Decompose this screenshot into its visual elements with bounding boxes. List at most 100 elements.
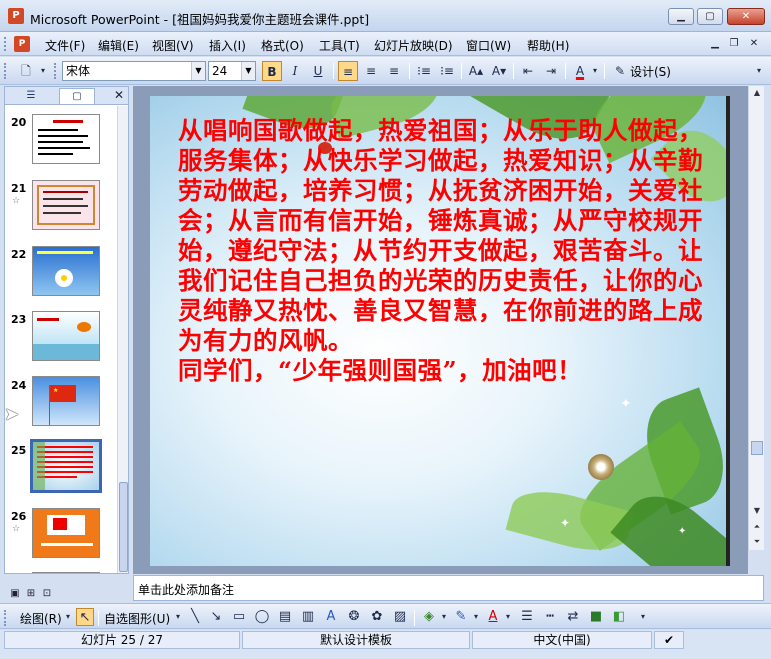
line-tool-icon[interactable]: ╲ [186,608,204,626]
slide-thumbnail[interactable] [32,572,100,573]
arrow-tool-icon[interactable]: ↘ [207,608,225,626]
menu-insert[interactable]: 插入(I) [209,37,246,54]
menu-window[interactable]: 窗口(W) [466,37,511,54]
slide-thumbnail[interactable] [32,508,100,558]
align-left-icon[interactable]: ≡ [338,61,358,81]
slide-thumbnail-selected[interactable] [30,439,102,493]
menu-slideshow[interactable]: 幻灯片放映(D) [374,37,453,54]
scroll-up-icon[interactable]: ▲ [749,86,765,100]
toolbar-grip[interactable] [4,610,7,626]
slide-body-text[interactable]: 从唱响国歌做起，热爱祖国；从乐于助人做起，服务集体；从快乐学习做起，热爱知识；从… [178,116,708,386]
chevron-down-icon[interactable]: ▼ [191,62,205,80]
oval-tool-icon[interactable]: ◯ [253,608,271,626]
diagram-icon[interactable]: ❂ [345,608,363,626]
minimize-icon[interactable]: ▁ [668,8,694,25]
menu-view[interactable]: 视图(V) [152,37,194,54]
toolbar-options-icon[interactable]: ▾ [38,61,48,81]
design-button[interactable]: 设计(S) [630,63,671,80]
design-icon[interactable]: ✎ [610,61,630,81]
autoshapes-menu-button[interactable]: 自选图形(U) [104,610,170,627]
slides-icon[interactable]: ▢ [59,88,95,104]
slide-thumbnail[interactable] [32,180,100,230]
outline-icon[interactable]: ☰ [13,88,49,104]
underline-button[interactable]: U [308,61,328,81]
decrease-indent-icon[interactable]: ⇤ [518,61,538,81]
slide-thumbnail[interactable] [32,246,100,296]
fill-color-icon[interactable]: ◈ [420,608,438,626]
close-icon[interactable]: ✕ [114,87,124,104]
insert-picture-icon[interactable]: ▨ [391,608,409,626]
language-status: 中文(中国) [472,631,652,649]
arrow-style-icon[interactable]: ⇄ [564,608,582,626]
font-size-select[interactable]: 24 ▼ [208,61,256,81]
normal-view-icon[interactable]: ▣ [8,587,22,601]
toolbar-grip[interactable] [4,63,7,79]
previous-slide-icon[interactable]: ⏶ [749,520,765,534]
doc-minimize-icon[interactable]: ▁ [708,37,722,51]
slideshow-icon[interactable]: ⊡ [40,587,54,601]
thumbnail-scrollbar[interactable] [117,106,128,573]
document-icon[interactable]: P [14,36,30,52]
maximize-icon[interactable]: ▢ [697,8,723,25]
notes-pane[interactable]: 单击此处添加备注 [133,575,764,601]
bold-button[interactable]: B [262,61,282,81]
align-right-icon[interactable]: ≡ [384,61,404,81]
toolbar-grip[interactable] [54,63,57,79]
chevron-down-icon[interactable]: ▾ [440,608,448,626]
spellcheck-icon[interactable]: ✔ [654,631,684,649]
increase-indent-icon[interactable]: ⇥ [541,61,561,81]
slide-thumbnail[interactable] [32,311,100,361]
toolbar-grip[interactable] [4,37,7,51]
3d-style-icon[interactable]: ◧ [610,608,628,626]
wordart-icon[interactable]: A [322,608,340,626]
scroll-thumb[interactable] [119,482,128,572]
dash-style-icon[interactable]: ┅ [541,608,559,626]
align-center-icon[interactable]: ≡ [361,61,381,81]
slide-thumbnail[interactable]: ★ [32,376,100,426]
numbered-list-icon[interactable]: ⁝≡ [414,61,434,81]
toolbar-options-icon[interactable]: ▾ [752,61,766,81]
doc-restore-icon[interactable]: ❐ [727,37,741,51]
powerpoint-icon[interactable]: P [8,8,24,24]
decrease-font-icon[interactable]: A▾ [489,61,509,81]
increase-font-icon[interactable]: A▴ [466,61,486,81]
scroll-down-icon[interactable]: ▼ [749,504,765,518]
slide-scrollbar[interactable]: ▲ ▼ ⏶ ⏷ [748,86,764,550]
menu-edit[interactable]: 编辑(E) [98,37,139,54]
bullet-list-icon[interactable]: ⁝≡ [437,61,457,81]
select-pointer-icon[interactable]: ↖ [76,608,94,626]
slide-sorter-icon[interactable]: ⊞ [24,587,38,601]
font-name-select[interactable]: 宋体 ▼ [62,61,206,81]
menu-tools[interactable]: 工具(T) [319,37,360,54]
font-color-icon[interactable]: A [484,608,502,626]
font-color-icon[interactable]: A [570,61,590,81]
textbox-tool-icon[interactable]: ▤ [276,608,294,626]
chevron-down-icon[interactable]: ▾ [64,608,72,626]
toolbar-options-icon[interactable]: ▾ [638,608,648,626]
menu-help[interactable]: 帮助(H) [527,37,569,54]
slide-canvas[interactable]: ✦ ✦ ✦ 从唱响国歌做起，热爱祖国；从乐于助人做起，服务集体；从快乐学习做起，… [150,96,730,566]
next-slide-icon[interactable]: ⏷ [749,535,765,549]
line-color-icon[interactable]: ✎ [452,608,470,626]
clipart-icon[interactable]: ✿ [368,608,386,626]
shadow-style-icon[interactable]: ■ [587,608,605,626]
chevron-down-icon[interactable]: ▼ [241,62,255,80]
doc-close-icon[interactable]: ✕ [747,37,761,51]
scroll-thumb[interactable] [751,441,763,455]
view-buttons: ▣ ⊞ ⊡ [4,587,129,601]
menu-file[interactable]: 文件(F) [45,37,85,54]
vertical-textbox-icon[interactable]: ▥ [299,608,317,626]
chevron-down-icon[interactable]: ▾ [174,608,182,626]
toolbar-separator [604,63,605,79]
close-icon[interactable]: ✕ [727,8,765,25]
menu-format[interactable]: 格式(O) [261,37,304,54]
slide-thumbnail[interactable] [32,114,100,164]
line-style-icon[interactable]: ☰ [518,608,536,626]
chevron-down-icon[interactable]: ▾ [590,61,600,81]
new-document-icon[interactable]: 🗋 [16,61,36,81]
italic-button[interactable]: I [285,61,305,81]
rectangle-tool-icon[interactable]: ▭ [230,608,248,626]
draw-menu-button[interactable]: 绘图(R) [20,610,62,627]
chevron-down-icon[interactable]: ▾ [472,608,480,626]
chevron-down-icon[interactable]: ▾ [504,608,512,626]
